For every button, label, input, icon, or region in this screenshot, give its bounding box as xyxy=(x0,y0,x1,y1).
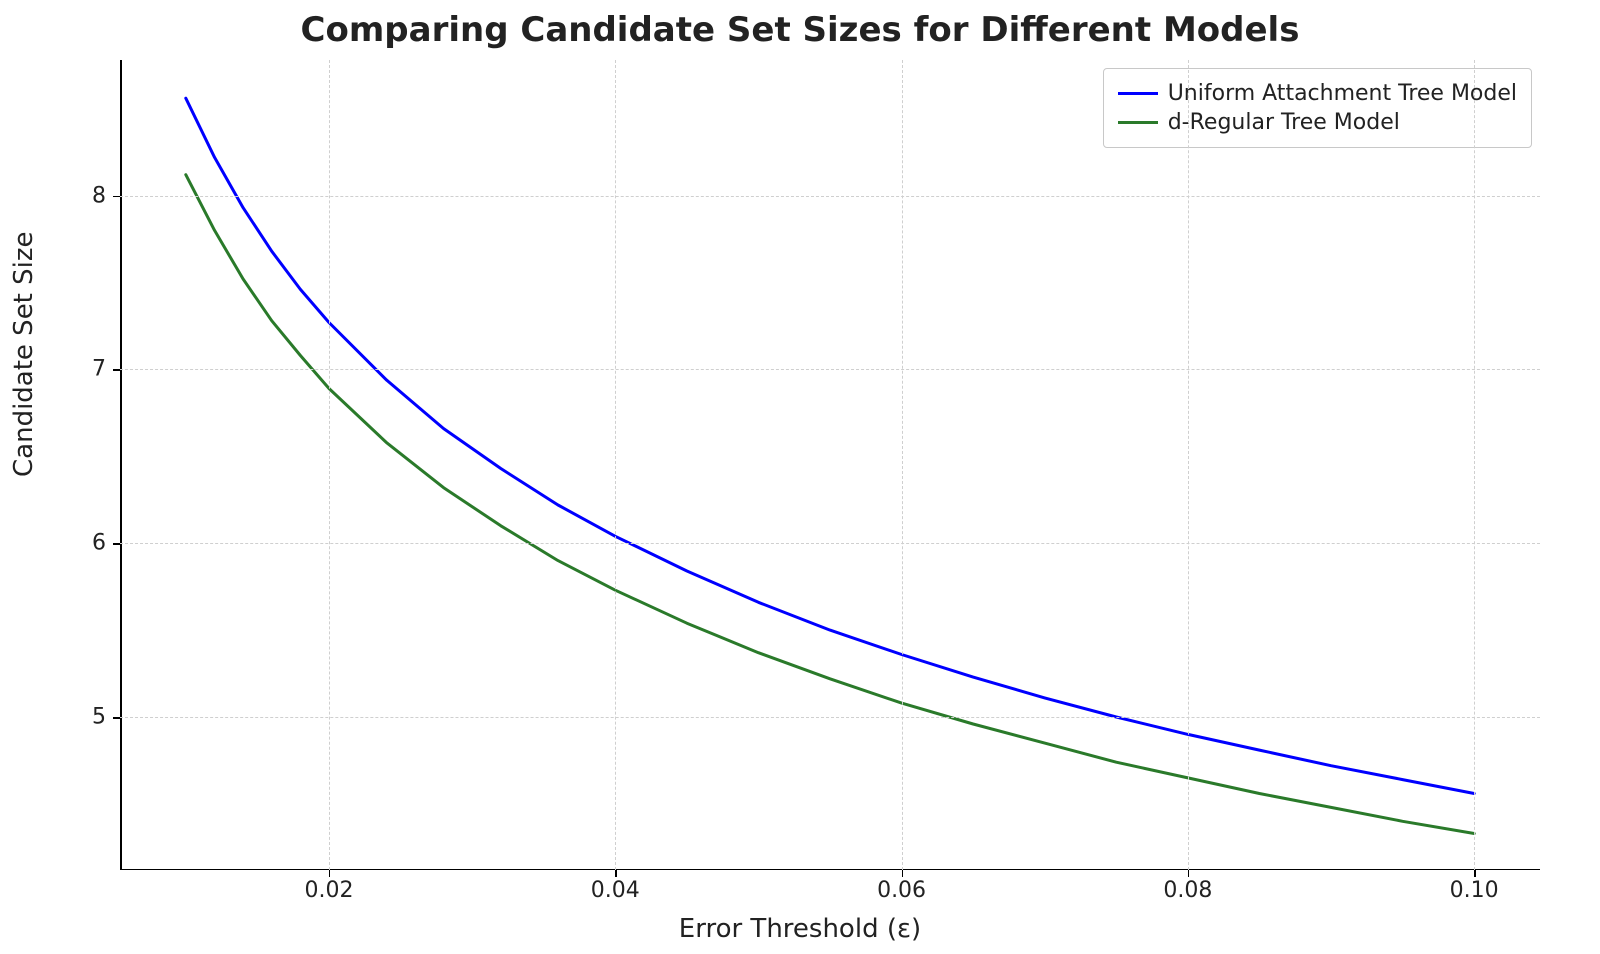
y-tick-label: 7 xyxy=(92,357,106,382)
series-lines-svg xyxy=(120,60,1540,870)
series-line xyxy=(186,98,1474,793)
x-axis-label: Error Threshold (ε) xyxy=(0,914,1600,944)
tick-mark xyxy=(329,870,331,877)
legend: Uniform Attachment Tree Model d-Regular … xyxy=(1103,68,1532,148)
tick-mark xyxy=(615,870,617,877)
grid-line xyxy=(615,60,616,870)
tick-mark xyxy=(1188,870,1190,877)
grid-line xyxy=(329,60,330,870)
chart-figure: Comparing Candidate Set Sizes for Differ… xyxy=(0,0,1600,954)
y-tick-label: 8 xyxy=(92,183,106,208)
tick-mark xyxy=(113,543,120,545)
y-axis-label: Candidate Set Size xyxy=(9,231,39,477)
grid-line xyxy=(120,717,1540,718)
legend-item: Uniform Attachment Tree Model xyxy=(1118,79,1517,108)
legend-swatch xyxy=(1118,92,1158,95)
legend-label: d-Regular Tree Model xyxy=(1168,110,1400,135)
x-tick-label: 0.02 xyxy=(304,878,353,903)
x-tick-label: 0.10 xyxy=(1450,878,1499,903)
legend-swatch xyxy=(1118,121,1158,124)
x-tick-label: 0.06 xyxy=(877,878,926,903)
chart-title: Comparing Candidate Set Sizes for Differ… xyxy=(0,10,1600,50)
x-tick-label: 0.04 xyxy=(591,878,640,903)
legend-item: d-Regular Tree Model xyxy=(1118,108,1517,137)
tick-mark xyxy=(113,196,120,198)
y-tick-label: 6 xyxy=(92,531,106,556)
grid-line xyxy=(120,369,1540,370)
grid-line xyxy=(1474,60,1475,870)
plot-area: Uniform Attachment Tree Model d-Regular … xyxy=(120,60,1540,870)
tick-mark xyxy=(1474,870,1476,877)
grid-line xyxy=(120,543,1540,544)
series-line xyxy=(186,175,1474,834)
x-tick-label: 0.08 xyxy=(1163,878,1212,903)
y-tick-label: 5 xyxy=(92,705,106,730)
tick-mark xyxy=(902,870,904,877)
grid-line xyxy=(1188,60,1189,870)
grid-line xyxy=(120,196,1540,197)
grid-line xyxy=(902,60,903,870)
legend-label: Uniform Attachment Tree Model xyxy=(1168,81,1517,106)
tick-mark xyxy=(113,717,120,719)
tick-mark xyxy=(113,369,120,371)
